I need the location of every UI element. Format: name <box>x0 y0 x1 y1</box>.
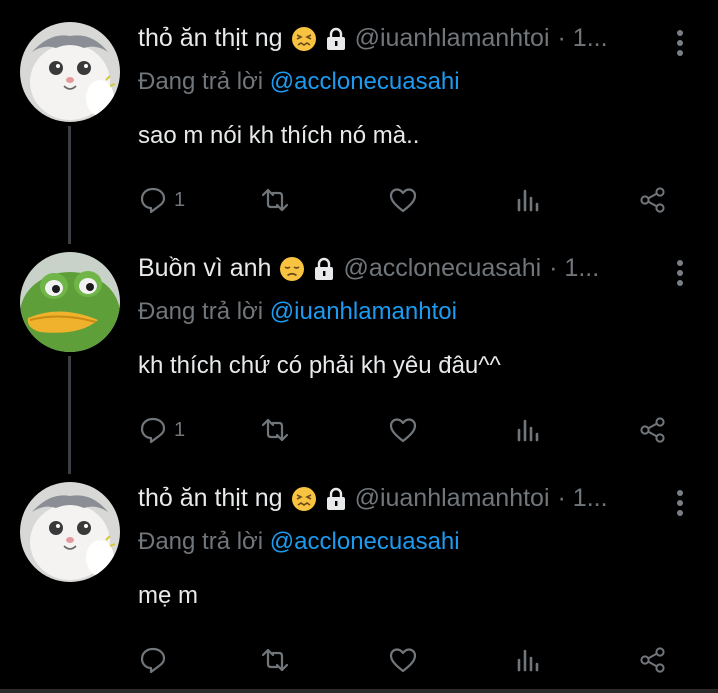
retweet-button[interactable] <box>260 642 290 678</box>
heart-icon <box>389 418 417 443</box>
heart-icon <box>389 648 417 673</box>
like-button[interactable] <box>388 642 418 678</box>
reply-icon <box>140 187 166 214</box>
tweet[interactable]: thỏ ăn thịt ng @iuanhlamanhtoi · 1... Đa… <box>0 474 718 689</box>
confounded-face-icon <box>291 486 316 511</box>
replying-to: Đang trả lời @iuanhlamanhtoi <box>138 298 457 326</box>
tweet-text: mẹ m <box>138 582 198 609</box>
disappointed-face-icon <box>280 256 305 281</box>
share-icon <box>640 417 665 443</box>
bottom-edge <box>0 689 718 693</box>
reply-icon <box>140 417 166 444</box>
analytics-icon <box>517 419 539 442</box>
tweet-text: kh thích chứ có phải kh yêu đâu^^ <box>138 352 501 379</box>
heart-icon <box>389 188 417 213</box>
retweet-button[interactable] <box>260 412 290 448</box>
lock-icon <box>315 257 334 280</box>
tweet-header: thỏ ăn thịt ng @iuanhlamanhtoi · 1... <box>138 484 658 513</box>
tweet-actions: 1 <box>138 412 678 448</box>
timestamp[interactable]: · 1... <box>558 484 608 513</box>
reply-icon <box>140 647 166 674</box>
replying-to: Đang trả lời @acclonecuasahi <box>138 528 460 556</box>
mention-link[interactable]: @iuanhlamanhtoi <box>270 298 457 325</box>
tweet-actions: 1 <box>138 182 678 218</box>
confounded-face-icon <box>291 26 316 51</box>
display-name[interactable]: thỏ ăn thịt ng <box>138 24 283 53</box>
avatar[interactable] <box>20 252 120 352</box>
share-icon <box>640 187 665 213</box>
share-button[interactable] <box>638 412 668 448</box>
analytics-button[interactable] <box>514 642 544 678</box>
reply-count: 1 <box>174 418 186 441</box>
tweet-header: Buồn vì anh @acclonecuasahi · 1... <box>138 254 658 283</box>
avatar[interactable] <box>20 482 120 582</box>
cat-avatar <box>20 22 120 122</box>
more-options-icon[interactable] <box>676 260 684 286</box>
reply-button[interactable]: 1 <box>138 412 185 448</box>
more-options-icon[interactable] <box>676 30 684 56</box>
share-button[interactable] <box>638 642 668 678</box>
tweet[interactable]: thỏ ăn thịt ng @iuanhlamanhtoi · 1... Đa… <box>0 14 718 234</box>
user-handle[interactable]: @iuanhlamanhtoi <box>355 484 550 513</box>
retweet-icon <box>261 188 289 212</box>
tweet-text: sao m nói kh thích nó mà.. <box>138 122 420 149</box>
timestamp[interactable]: · 1... <box>549 254 599 283</box>
tweet[interactable]: Buồn vì anh @acclonecuasahi · 1... Đang … <box>0 244 718 464</box>
avatar[interactable] <box>20 22 120 122</box>
like-button[interactable] <box>388 412 418 448</box>
display-name[interactable]: thỏ ăn thịt ng <box>138 484 283 513</box>
lock-icon <box>326 487 345 510</box>
analytics-icon <box>517 189 539 212</box>
retweet-icon <box>261 418 289 442</box>
analytics-icon <box>517 649 539 672</box>
reply-button[interactable]: 1 <box>138 182 185 218</box>
display-name[interactable]: Buồn vì anh <box>138 254 271 283</box>
timestamp[interactable]: · 1... <box>558 24 608 53</box>
user-handle[interactable]: @iuanhlamanhtoi <box>355 24 550 53</box>
replying-to: Đang trả lời @acclonecuasahi <box>138 68 460 96</box>
mention-link[interactable]: @acclonecuasahi <box>270 68 460 95</box>
share-icon <box>640 647 665 673</box>
retweet-button[interactable] <box>260 182 290 218</box>
mention-link[interactable]: @acclonecuasahi <box>270 528 460 555</box>
tweet-actions <box>138 642 678 678</box>
share-button[interactable] <box>638 182 668 218</box>
reply-prefix: Đang trả lời <box>138 298 264 325</box>
analytics-button[interactable] <box>514 182 544 218</box>
reply-button[interactable] <box>138 642 174 678</box>
like-button[interactable] <box>388 182 418 218</box>
reply-prefix: Đang trả lời <box>138 68 264 95</box>
user-handle[interactable]: @acclonecuasahi <box>343 254 541 283</box>
tweet-header: thỏ ăn thịt ng @iuanhlamanhtoi · 1... <box>138 24 658 53</box>
analytics-button[interactable] <box>514 412 544 448</box>
reply-count: 1 <box>174 188 186 211</box>
cat-avatar <box>20 482 120 582</box>
more-options-icon[interactable] <box>676 490 684 516</box>
retweet-icon <box>261 648 289 672</box>
lock-icon <box>326 27 345 50</box>
frog-avatar <box>20 252 120 352</box>
reply-prefix: Đang trả lời <box>138 528 264 555</box>
